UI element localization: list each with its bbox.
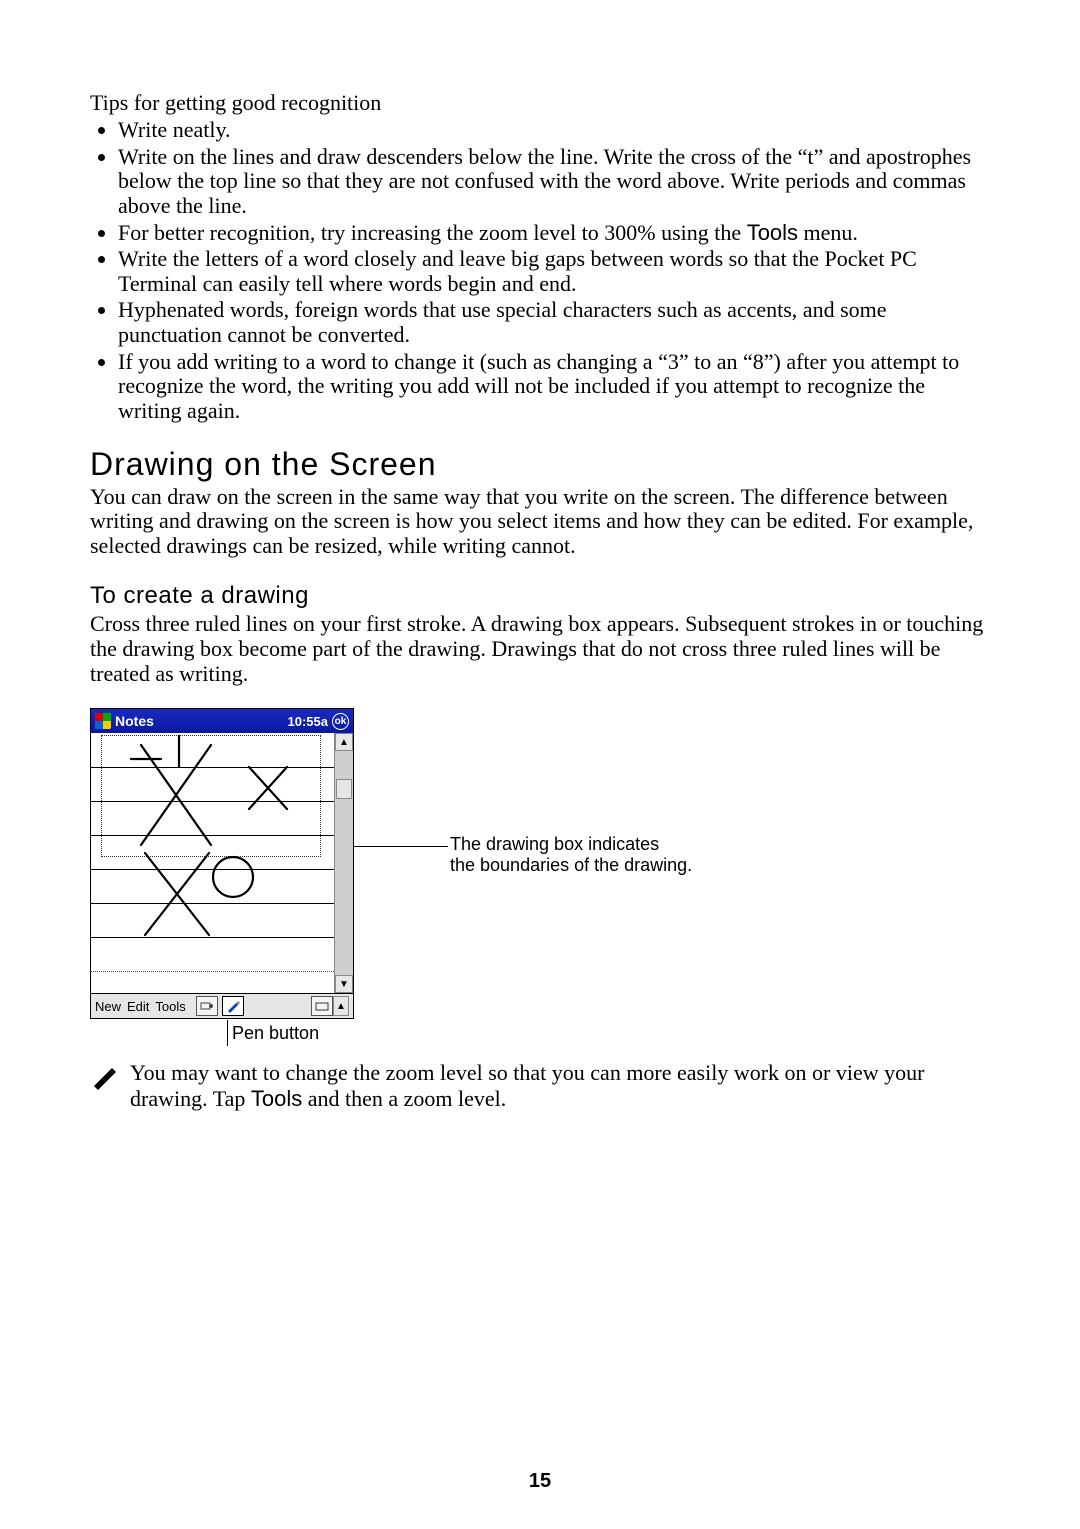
device-screenshot: Notes 10:55a ok: [90, 708, 354, 1019]
scroll-thumb[interactable]: [336, 779, 352, 799]
callout-line2: the boundaries of the drawing.: [450, 855, 692, 876]
menu-edit[interactable]: Edit: [127, 999, 149, 1014]
titlebar: Notes 10:55a ok: [91, 709, 353, 733]
app-title: Notes: [115, 713, 154, 729]
writing-canvas[interactable]: [91, 733, 334, 993]
sketch-strokes: [101, 735, 319, 955]
tip-item: For better recognition, try increasing t…: [118, 221, 990, 246]
pen-button[interactable]: [222, 996, 244, 1016]
section-body: You can draw on the screen in the same w…: [90, 485, 990, 559]
sip-up-button[interactable]: ▲: [333, 996, 349, 1016]
start-icon: [95, 713, 111, 729]
menu-new[interactable]: New: [95, 999, 121, 1014]
tip-item-text: For better recognition, try increasing t…: [118, 220, 747, 245]
tip-note: You may want to change the zoom level so…: [90, 1060, 990, 1111]
callout-leader: [354, 846, 448, 847]
tip-item: Write neatly.: [118, 118, 990, 143]
figure: Notes 10:55a ok: [90, 708, 990, 1019]
note-part2: and then a zoom level.: [302, 1086, 506, 1111]
note-part1: You may want to change the zoom level so…: [130, 1060, 924, 1110]
menubar: New Edit Tools ▲: [91, 993, 353, 1018]
pen-leader: [227, 1020, 228, 1046]
section-heading: Drawing on the Screen: [90, 446, 990, 483]
callout-drawing-box: The drawing box indicates the boundaries…: [450, 834, 692, 875]
tip-item: Hyphenated words, foreign words that use…: [118, 298, 990, 347]
pen-note-icon: [90, 1064, 116, 1090]
tools-word: Tools: [747, 220, 798, 245]
keyboard-icon[interactable]: [311, 996, 333, 1016]
ok-button[interactable]: ok: [332, 713, 349, 730]
tips-list: Write neatly. Write on the lines and dra…: [90, 118, 990, 424]
tip-item-text: menu.: [798, 220, 858, 245]
tip-item: If you add writing to a word to change i…: [118, 350, 990, 424]
clock: 10:55a: [288, 714, 328, 729]
page-number: 15: [0, 1470, 1080, 1493]
subsection-body: Cross three ruled lines on your first st…: [90, 612, 990, 686]
callout-pen-button: Pen button: [232, 1023, 990, 1044]
tip-item: Write on the lines and draw descenders b…: [118, 145, 990, 219]
callout-line1: The drawing box indicates: [450, 834, 692, 855]
scroll-up-button[interactable]: ▲: [335, 733, 353, 751]
recording-icon[interactable]: [196, 996, 218, 1016]
tips-intro: Tips for getting good recognition: [90, 90, 990, 116]
scroll-track[interactable]: [335, 751, 353, 975]
scroll-down-button[interactable]: ▼: [335, 975, 353, 993]
tip-item: Write the letters of a word closely and …: [118, 247, 990, 296]
note-text: You may want to change the zoom level so…: [130, 1060, 990, 1111]
scrollbar[interactable]: ▲ ▼: [334, 733, 353, 993]
note-tools-word: Tools: [251, 1086, 302, 1111]
subsection-heading: To create a drawing: [90, 582, 990, 610]
menu-tools[interactable]: Tools: [155, 999, 185, 1014]
